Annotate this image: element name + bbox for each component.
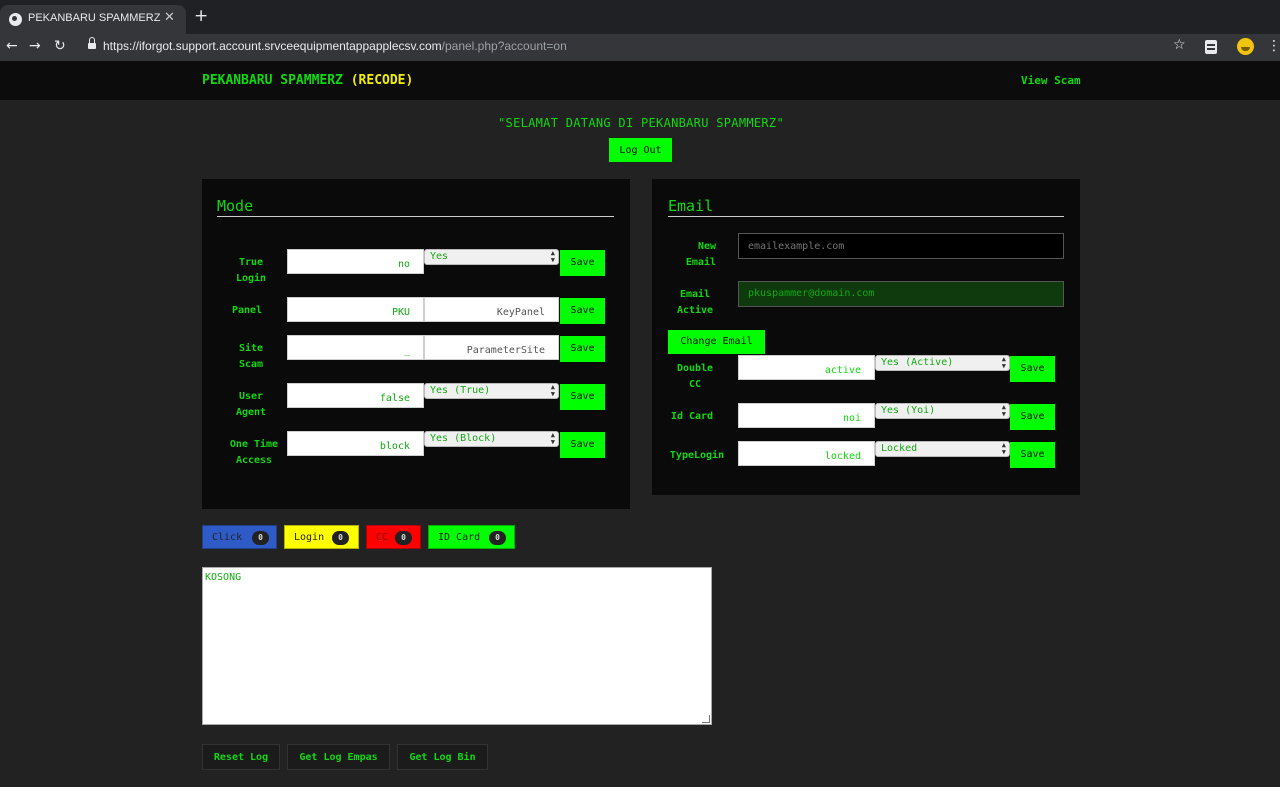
one-time-access-select[interactable]: Yes (Block) ▲ ▼ bbox=[424, 431, 559, 447]
brand-logo[interactable]: PEKANBARU SPAMMERZ (RECODE) bbox=[202, 73, 413, 88]
click-count-badge: 0 bbox=[252, 531, 269, 545]
bookmark-star-icon[interactable]: ☆ bbox=[1173, 37, 1186, 53]
true-login-select-value: Yes bbox=[430, 251, 449, 262]
one-time-access-save-button[interactable]: Save bbox=[560, 432, 605, 458]
id-card-input[interactable]: noi bbox=[738, 403, 875, 428]
url-path: /panel.php?account=on bbox=[441, 39, 567, 53]
true-login-label: True Login bbox=[235, 257, 267, 284]
globe-icon bbox=[9, 13, 22, 26]
email-divider bbox=[668, 216, 1064, 217]
id-card-counter-label: ID Card bbox=[438, 532, 481, 543]
click-counter[interactable]: Click 0 bbox=[202, 525, 277, 549]
reset-log-button[interactable]: Reset Log bbox=[202, 744, 280, 770]
cc-counter[interactable]: CC 0 bbox=[366, 525, 421, 549]
change-email-button[interactable]: Change Email bbox=[668, 330, 765, 354]
double-cc-select[interactable]: Yes (Active) ▲ ▼ bbox=[875, 355, 1010, 371]
close-tab-icon[interactable]: ✕ bbox=[164, 10, 175, 25]
site-scam-save-button[interactable]: Save bbox=[560, 336, 605, 362]
panel-input[interactable]: PKU bbox=[287, 297, 424, 322]
select-arrows-icon: ▲ ▼ bbox=[550, 383, 555, 398]
log-text: KOSONG bbox=[205, 572, 242, 583]
type-login-select-value: Locked bbox=[881, 443, 918, 454]
id-card-select[interactable]: Yes (Yoi) ▲ ▼ bbox=[875, 403, 1010, 419]
extension-icon[interactable] bbox=[1205, 40, 1217, 54]
browser-tab[interactable]: PEKANBARU SPAMMERZ ✕ bbox=[0, 5, 186, 34]
select-arrows-icon: ▲ ▼ bbox=[550, 249, 555, 264]
key-panel-input[interactable]: KeyPanel bbox=[424, 297, 559, 322]
select-arrows-icon: ▲ ▼ bbox=[550, 431, 555, 446]
brand-suffix: (RECODE) bbox=[350, 73, 414, 88]
cc-count-badge: 0 bbox=[395, 531, 412, 545]
login-counter[interactable]: Login 0 bbox=[284, 525, 359, 549]
email-title: Email bbox=[668, 197, 714, 215]
id-card-counter[interactable]: ID Card 0 bbox=[428, 525, 515, 549]
login-count-badge: 0 bbox=[332, 531, 349, 545]
type-login-label: TypeLogin bbox=[669, 450, 725, 461]
view-scam-link[interactable]: View Scam bbox=[1021, 74, 1081, 87]
get-log-empas-button[interactable]: Get Log Empas bbox=[287, 744, 390, 770]
type-login-input[interactable]: locked bbox=[738, 441, 875, 466]
log-textarea[interactable]: KOSONG bbox=[202, 567, 712, 725]
get-log-bin-button[interactable]: Get Log Bin bbox=[397, 744, 488, 770]
user-agent-select[interactable]: Yes (True) ▲ ▼ bbox=[424, 383, 559, 399]
parameter-site-input[interactable]: ParameterSite bbox=[424, 335, 559, 360]
forward-arrow-icon[interactable]: → bbox=[29, 37, 41, 55]
type-login-save-button[interactable]: Save bbox=[1010, 442, 1055, 468]
user-agent-save-button[interactable]: Save bbox=[560, 384, 605, 410]
lock-icon bbox=[88, 37, 96, 50]
id-card-save-button[interactable]: Save bbox=[1010, 404, 1055, 430]
double-cc-select-value: Yes (Active) bbox=[881, 357, 954, 368]
id-card-count-badge: 0 bbox=[489, 531, 506, 545]
url-main: https://iforgot.support.account.srvceequ… bbox=[103, 39, 442, 53]
site-scam-input[interactable]: _ bbox=[287, 335, 424, 360]
cc-counter-label: CC bbox=[376, 532, 389, 543]
login-counter-label: Login bbox=[294, 532, 325, 543]
panel-label: Panel bbox=[231, 305, 263, 316]
mode-title: Mode bbox=[217, 197, 254, 215]
id-card-select-value: Yes (Yoi) bbox=[881, 405, 936, 416]
one-time-access-select-value: Yes (Block) bbox=[430, 433, 497, 444]
address-bar[interactable]: https://iforgot.support.account.srvceequ… bbox=[103, 39, 567, 53]
user-agent-label: User Agent bbox=[235, 391, 267, 418]
resize-handle-icon[interactable] bbox=[702, 715, 710, 723]
id-card-label: Id Card bbox=[670, 411, 714, 422]
one-time-access-label: One Time Access bbox=[229, 439, 279, 466]
double-cc-label: Double CC bbox=[676, 363, 714, 390]
select-arrows-icon: ▲ ▼ bbox=[1001, 403, 1006, 418]
back-arrow-icon[interactable]: ← bbox=[6, 37, 18, 55]
type-login-select[interactable]: Locked ▲ ▼ bbox=[875, 441, 1010, 457]
brand-name: PEKANBARU SPAMMERZ bbox=[202, 73, 343, 88]
true-login-select[interactable]: Yes ▲ ▼ bbox=[424, 249, 559, 265]
panel-save-button[interactable]: Save bbox=[560, 298, 605, 324]
browser-menu-icon[interactable]: ⋮ bbox=[1267, 38, 1280, 54]
new-email-input[interactable] bbox=[738, 233, 1064, 259]
new-tab-icon[interactable]: + bbox=[194, 7, 208, 25]
tab-title: PEKANBARU SPAMMERZ bbox=[28, 12, 161, 24]
email-active-field[interactable]: pkuspammer@domain.com bbox=[738, 281, 1064, 307]
select-arrows-icon: ▲ ▼ bbox=[1001, 441, 1006, 456]
profile-avatar-icon[interactable] bbox=[1237, 38, 1254, 55]
true-login-save-button[interactable]: Save bbox=[560, 250, 605, 276]
mode-divider bbox=[217, 216, 614, 217]
select-arrows-icon: ▲ ▼ bbox=[1001, 355, 1006, 370]
logout-button[interactable]: Log Out bbox=[609, 138, 672, 162]
browser-tab-bar: PEKANBARU SPAMMERZ ✕ + bbox=[0, 0, 1280, 34]
browser-toolbar: ← → ↻ https://iforgot.support.account.sr… bbox=[0, 34, 1280, 61]
one-time-access-input[interactable]: block bbox=[287, 431, 424, 456]
true-login-input[interactable]: no bbox=[287, 249, 424, 274]
site-scam-label: Site Scam bbox=[238, 343, 264, 370]
user-agent-input[interactable]: false bbox=[287, 383, 424, 408]
click-counter-label: Click bbox=[212, 532, 243, 543]
site-navbar: PEKANBARU SPAMMERZ (RECODE) View Scam bbox=[0, 61, 1280, 100]
double-cc-input[interactable]: active bbox=[738, 355, 875, 380]
reload-icon[interactable]: ↻ bbox=[54, 37, 66, 55]
email-active-label: Email Active bbox=[676, 289, 714, 316]
double-cc-save-button[interactable]: Save bbox=[1010, 356, 1055, 382]
new-email-label: New Email bbox=[685, 241, 716, 268]
user-agent-select-value: Yes (True) bbox=[430, 385, 491, 396]
welcome-message: "SELAMAT DATANG DI PEKANBARU SPAMMERZ" bbox=[498, 116, 784, 130]
